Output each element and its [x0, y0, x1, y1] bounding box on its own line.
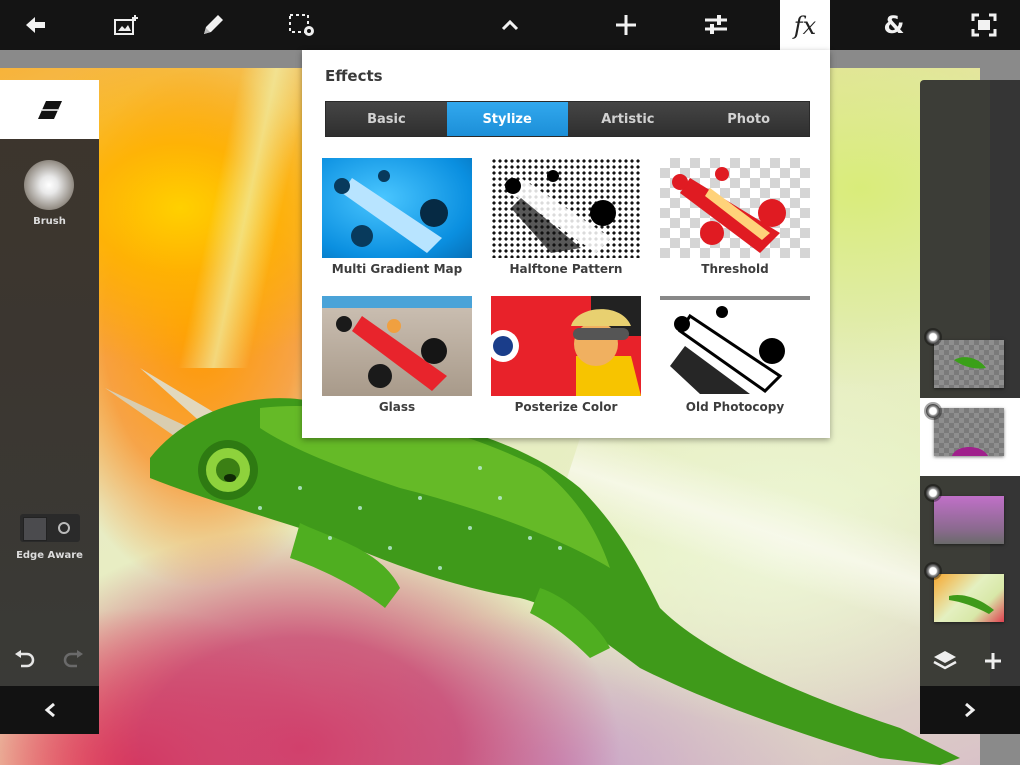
effects-title: Effects — [325, 67, 383, 85]
effect-label: Old Photocopy — [685, 400, 785, 414]
pencil-icon — [204, 15, 223, 34]
effect-old-photocopy[interactable]: Old Photocopy — [660, 296, 810, 414]
edge-aware-toggle[interactable] — [20, 514, 80, 542]
layer-thumbnail — [934, 340, 1004, 388]
brush-size-control[interactable] — [24, 160, 74, 210]
selection-button[interactable] — [274, 0, 330, 50]
sliders-icon — [705, 15, 727, 34]
effects-grid: Multi Gradient Map Halftone Pattern Thre… — [322, 158, 812, 414]
add-layer-button[interactable] — [978, 646, 1008, 676]
effect-threshold[interactable]: Threshold — [660, 158, 810, 276]
effect-label: Multi Gradient Map — [331, 262, 463, 276]
toggle-off-indicator-icon — [58, 522, 70, 534]
tab-artistic[interactable]: Artistic — [567, 102, 689, 136]
undo-icon — [15, 650, 35, 668]
transform-button[interactable] — [598, 0, 654, 50]
effect-thumbnail — [660, 296, 810, 396]
effect-label: Halftone Pattern — [509, 262, 623, 276]
back-button[interactable] — [8, 0, 64, 50]
effect-multi-gradient-map[interactable]: Multi Gradient Map — [322, 158, 472, 276]
layer-thumbnail — [934, 408, 1004, 456]
fx-icon: fx — [793, 12, 817, 40]
undo-button[interactable] — [10, 646, 40, 676]
effect-label: Posterize Color — [514, 400, 618, 414]
layer-thumbnail — [934, 496, 1004, 544]
effect-label: Glass — [378, 400, 416, 414]
tab-basic[interactable]: Basic — [326, 102, 447, 136]
layer-visibility-handle[interactable] — [926, 486, 940, 500]
effect-thumbnail — [660, 158, 810, 258]
redo-button[interactable] — [58, 646, 88, 676]
collapse-button[interactable] — [482, 0, 538, 50]
tool-options-panel: Brush Edge Aware — [0, 80, 99, 734]
layer-visibility-handle[interactable] — [926, 404, 940, 418]
ampersand-icon: & — [883, 11, 905, 39]
layer-item-photo[interactable] — [920, 564, 1020, 642]
tab-stylize[interactable]: Stylize — [446, 102, 568, 136]
tab-photo[interactable]: Photo — [688, 102, 809, 136]
brush-label: Brush — [33, 216, 66, 227]
effect-thumbnail — [491, 296, 641, 396]
layers-panel — [920, 80, 1020, 734]
plus-icon — [985, 653, 1001, 669]
text-button[interactable]: & — [866, 0, 922, 50]
top-toolbar: fx & — [0, 0, 1020, 52]
chevron-right-icon — [965, 702, 976, 718]
add-image-button[interactable] — [98, 0, 154, 50]
effect-halftone-pattern[interactable]: Halftone Pattern — [491, 158, 641, 276]
move-cross-icon — [616, 15, 636, 35]
layer-item-magenta-shape[interactable] — [920, 398, 1020, 476]
arrow-left-icon — [26, 17, 45, 33]
layer-thumbnail — [934, 574, 1004, 622]
chevron-up-icon — [501, 19, 519, 31]
eraser-tool-button[interactable] — [0, 80, 99, 139]
layer-item-purple-gradient[interactable] — [920, 486, 1020, 564]
draw-button[interactable] — [185, 0, 241, 50]
chevron-left-icon — [44, 702, 55, 718]
eraser-icon — [37, 100, 62, 119]
effect-label: Threshold — [701, 262, 769, 276]
effects-button[interactable]: fx — [780, 0, 830, 52]
effects-category-tabs: Basic Stylize Artistic Photo — [325, 101, 810, 137]
fullscreen-icon — [971, 13, 997, 37]
add-image-icon — [114, 15, 138, 35]
effect-thumbnail — [322, 158, 472, 258]
effects-panel: Effects Basic Stylize Artistic Photo Mul… — [302, 50, 830, 438]
layer-visibility-handle[interactable] — [926, 330, 940, 344]
layer-visibility-handle[interactable] — [926, 564, 940, 578]
edge-aware-label: Edge Aware — [16, 550, 83, 561]
effect-glass[interactable]: Glass — [322, 296, 472, 414]
collapse-left-panel-button[interactable] — [0, 686, 99, 734]
layer-item-leaf[interactable] — [920, 330, 1020, 408]
fullscreen-button[interactable] — [956, 0, 1012, 50]
effect-thumbnail — [491, 158, 641, 258]
effect-posterize-color[interactable]: Posterize Color — [491, 296, 641, 414]
redo-icon — [63, 650, 83, 668]
selection-settings-icon — [289, 14, 314, 36]
toggle-knob — [23, 517, 47, 541]
adjustments-button[interactable] — [688, 0, 744, 50]
layers-button[interactable] — [930, 646, 960, 676]
collapse-right-panel-button[interactable] — [920, 686, 1020, 734]
layers-icon — [933, 651, 957, 670]
effect-thumbnail — [322, 296, 472, 396]
